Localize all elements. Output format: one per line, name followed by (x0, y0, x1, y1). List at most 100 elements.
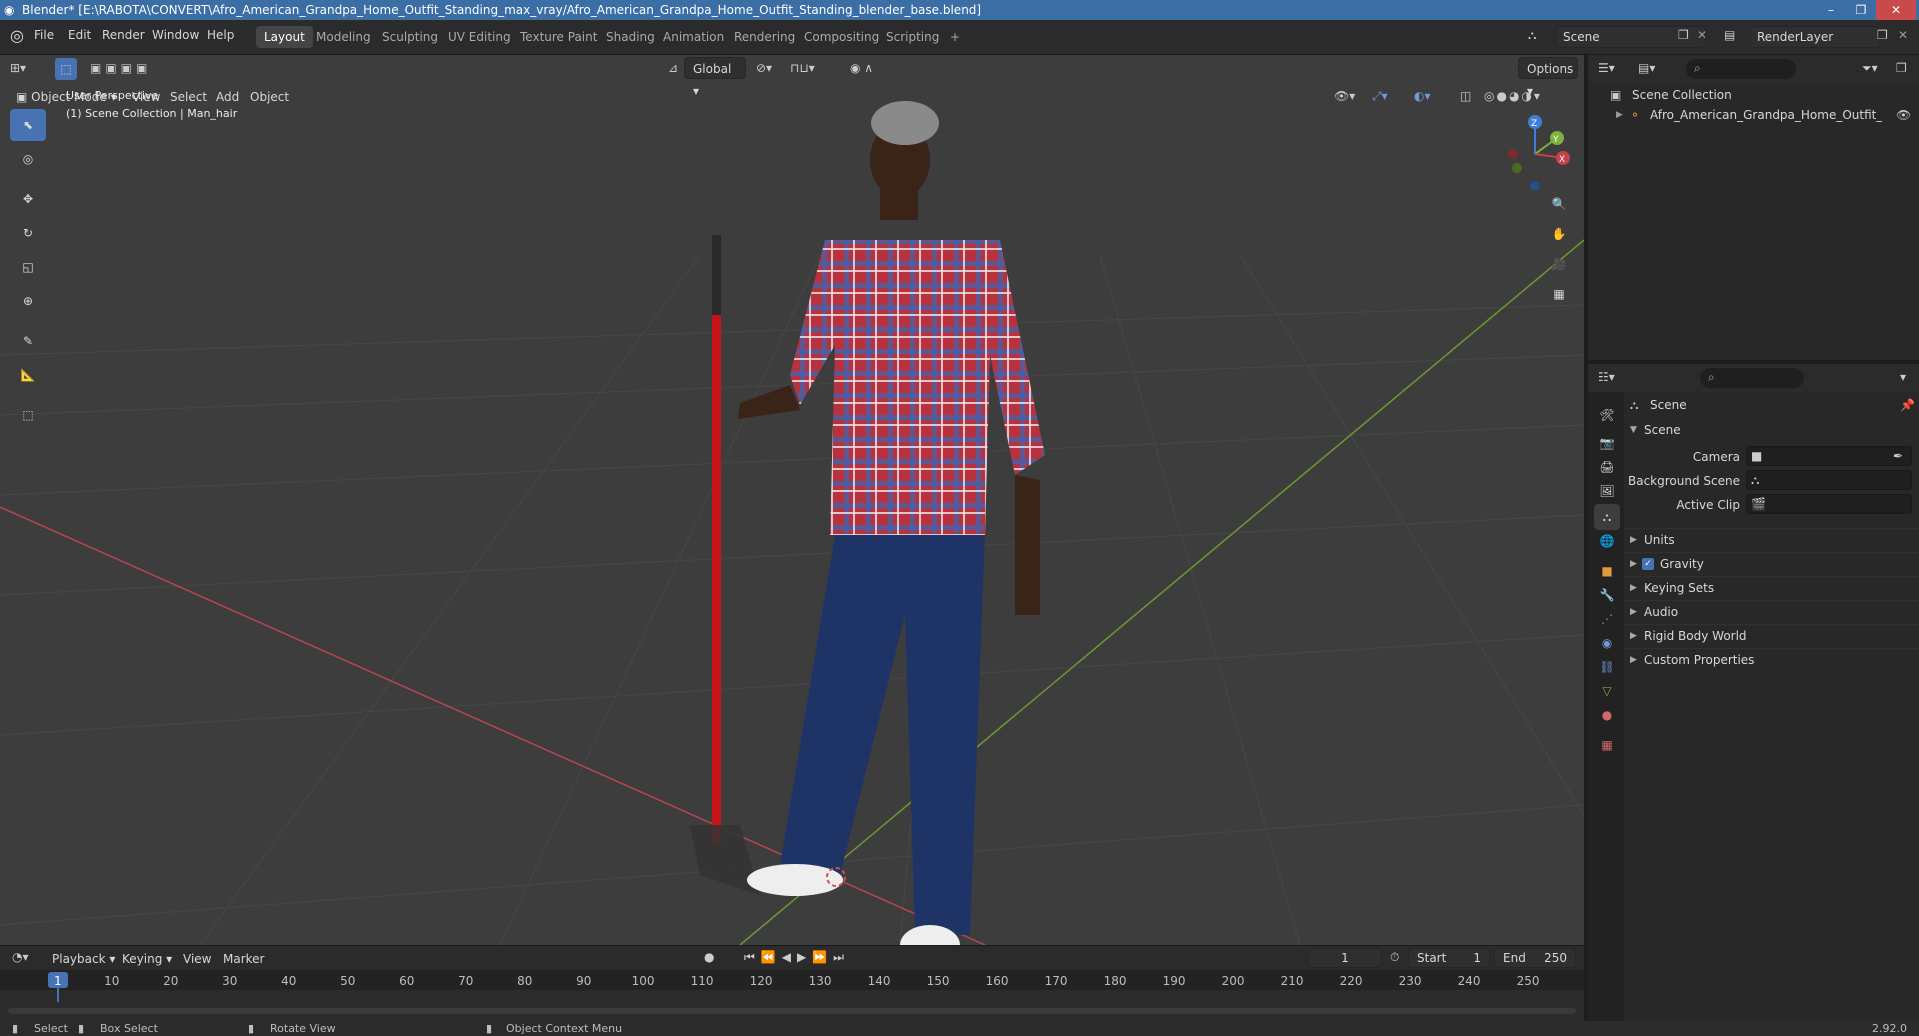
timeline-menu-playback[interactable]: Playback ▾ (44, 948, 123, 970)
select-box-icon[interactable]: ⬚ (55, 58, 77, 80)
outliner-editor-icon[interactable]: ☰▾ (1598, 61, 1615, 75)
tool-transform[interactable]: ⊕ (10, 285, 46, 317)
tab-particles[interactable]: ⋰ (1594, 606, 1620, 632)
eyedropper-icon[interactable]: ✒ (1893, 449, 1903, 463)
delete-scene-icon[interactable]: ✕ (1697, 28, 1707, 42)
panel-keying-sets[interactable]: ▶ Keying Sets (1624, 576, 1919, 598)
pin-icon[interactable]: 📌 (1900, 398, 1915, 412)
background-scene-field[interactable]: ⛬ (1746, 470, 1912, 490)
panel-custom-properties[interactable]: ▶ Custom Properties (1624, 648, 1919, 670)
playback-controls-icons[interactable]: ⏮⏪◀▶⏩⏭ (744, 950, 850, 965)
proportional-edit-icon[interactable]: ◉ ∧ (850, 61, 873, 75)
ortho-grid-icon[interactable]: ▦ (1545, 280, 1573, 308)
start-frame-field[interactable]: Start 1 (1408, 948, 1490, 968)
visibility-icon[interactable]: 👁▾ (1334, 89, 1355, 103)
filter-icon[interactable]: ⏷▾ (1862, 61, 1878, 76)
tab-world[interactable]: 🌐 (1594, 528, 1620, 554)
tab-physics[interactable]: ◉ (1594, 630, 1620, 656)
view-layer-icon[interactable]: ▤ (1724, 28, 1735, 42)
tab-rendering[interactable]: Rendering (726, 26, 803, 48)
tab-tool[interactable]: 🛠 (1594, 402, 1620, 428)
menu-help[interactable]: Help (207, 28, 234, 42)
tab-shading[interactable]: Shading (598, 26, 663, 48)
tab-data[interactable]: ▽ (1594, 678, 1620, 704)
gizmo-icon[interactable]: ⤢▾ (1372, 89, 1388, 104)
options-dropdown[interactable]: Options ▾ (1518, 57, 1578, 98)
tab-animation[interactable]: Animation (655, 26, 732, 48)
timeline-menu-view[interactable]: View (175, 948, 219, 970)
tab-render[interactable]: 📷 (1594, 430, 1620, 456)
menu-edit[interactable]: Edit (68, 28, 91, 42)
xray-icon[interactable]: ◫ (1460, 89, 1471, 103)
eye-icon[interactable]: 👁 (1896, 105, 1911, 125)
display-mode-icon[interactable]: ▤▾ (1638, 61, 1655, 75)
pivot-icon[interactable]: ⊘▾ (756, 61, 772, 75)
add-workspace-button[interactable]: + (942, 26, 968, 48)
tab-texture-paint[interactable]: Texture Paint (512, 26, 605, 48)
camera-field[interactable]: ■ ✒ (1746, 446, 1912, 466)
tool-measure[interactable]: 📐 (10, 359, 46, 391)
tab-modeling[interactable]: Modeling (308, 26, 379, 48)
shading-mode-icons[interactable]: ◎●◕◑▾ (1484, 89, 1542, 103)
tool-add-cube[interactable]: ⬚ (10, 399, 46, 431)
scene-icon[interactable]: ⛬ (1528, 28, 1536, 43)
outliner-search-input[interactable]: ⌕ (1686, 59, 1796, 79)
new-collection-icon[interactable]: ❐ (1896, 61, 1907, 75)
tab-uv-editing[interactable]: UV Editing (440, 26, 519, 48)
menu-render[interactable]: Render (102, 28, 145, 42)
stopwatch-icon[interactable]: ⏱ (1390, 950, 1399, 965)
tool-annotate[interactable]: ✎ (10, 325, 46, 357)
panel-gravity[interactable]: ▶ ✓ Gravity (1624, 552, 1919, 574)
tab-modifiers[interactable]: 🔧 (1594, 582, 1620, 608)
blender-menu-icon[interactable]: ◎ (10, 26, 24, 45)
maximize-icon[interactable]: ❐ (1846, 0, 1876, 20)
tab-sculpting[interactable]: Sculpting (374, 26, 446, 48)
tool-cursor[interactable]: ◎ (10, 143, 46, 175)
overlay-icon[interactable]: ◐▾ (1414, 89, 1431, 103)
properties-search-input[interactable]: ⌕ (1700, 368, 1804, 388)
close-icon[interactable]: ✕ (1876, 0, 1916, 20)
pan-hand-icon[interactable]: ✋ (1545, 220, 1573, 248)
tool-select-box[interactable]: ⬉ (10, 109, 46, 141)
panel-audio[interactable]: ▶ Audio (1624, 600, 1919, 622)
menu-file[interactable]: File (34, 28, 54, 42)
timeline-scrollbar[interactable] (8, 1008, 1576, 1014)
selection-mode-icons[interactable]: ▣▣▣▣ (90, 61, 151, 75)
expand-arrow-icon[interactable]: ▶ (1616, 105, 1623, 125)
new-scene-icon[interactable]: ❐ (1678, 28, 1689, 42)
navigation-gizmo[interactable]: Z Y X (1495, 110, 1575, 190)
panel-scene-header[interactable]: ▼ Scene (1624, 418, 1919, 442)
menu-window[interactable]: Window (152, 28, 199, 42)
properties-editor-icon[interactable]: ☷▾ (1598, 370, 1615, 384)
current-frame-field[interactable]: 1 (1308, 948, 1382, 968)
tab-constraints[interactable]: ⛓ (1594, 654, 1620, 680)
tool-rotate[interactable]: ↻ (10, 217, 46, 249)
tab-object[interactable]: ■ (1594, 558, 1620, 584)
tab-layout[interactable]: Layout (256, 26, 313, 48)
renderlayer-selector[interactable]: RenderLayer (1750, 26, 1880, 48)
tab-scripting[interactable]: Scripting (878, 26, 947, 48)
end-frame-field[interactable]: End 250 (1494, 948, 1576, 968)
outliner-row-object[interactable]: ▶ ⚬ Afro_American_Grandpa_Home_Outfit_St… (1588, 105, 1919, 125)
tab-material[interactable]: ● (1594, 702, 1620, 728)
properties-options-icon[interactable]: ▾ (1900, 370, 1906, 384)
camera-view-icon[interactable]: 🎥 (1545, 250, 1573, 278)
tab-scene[interactable]: ⛬ (1594, 504, 1620, 530)
delete-layer-icon[interactable]: ✕ (1898, 28, 1908, 42)
editor-type-icon[interactable]: ⊞▾ (10, 61, 26, 75)
orientation-dropdown[interactable]: Global ▾ (684, 57, 746, 98)
panel-rigid-body-world[interactable]: ▶ Rigid Body World (1624, 624, 1919, 646)
3d-viewport[interactable]: ⊞▾ ⬚ ▣▣▣▣ ⊿ Global ▾ ⊘▾ ⊓⊔▾ ◉ ∧ Options … (0, 55, 1584, 945)
tab-compositing[interactable]: Compositing (796, 26, 887, 48)
viewport-menu-object[interactable]: Object (242, 86, 297, 108)
panel-units[interactable]: ▶ Units (1624, 528, 1919, 550)
zoom-icon[interactable]: 🔍 (1545, 190, 1573, 218)
tool-move[interactable]: ✥ (10, 183, 46, 215)
tab-texture[interactable]: ▦ (1594, 732, 1620, 758)
active-clip-field[interactable]: 🎬 (1746, 494, 1912, 514)
outliner-row-scene-collection[interactable]: ▣ Scene Collection (1588, 85, 1919, 105)
timeline-menu-keying[interactable]: Keying ▾ (114, 948, 180, 970)
gravity-checkbox[interactable]: ✓ (1642, 558, 1654, 570)
timeline-editor-icon[interactable]: ◔▾ (12, 950, 29, 964)
record-icon[interactable]: ● (704, 950, 714, 964)
